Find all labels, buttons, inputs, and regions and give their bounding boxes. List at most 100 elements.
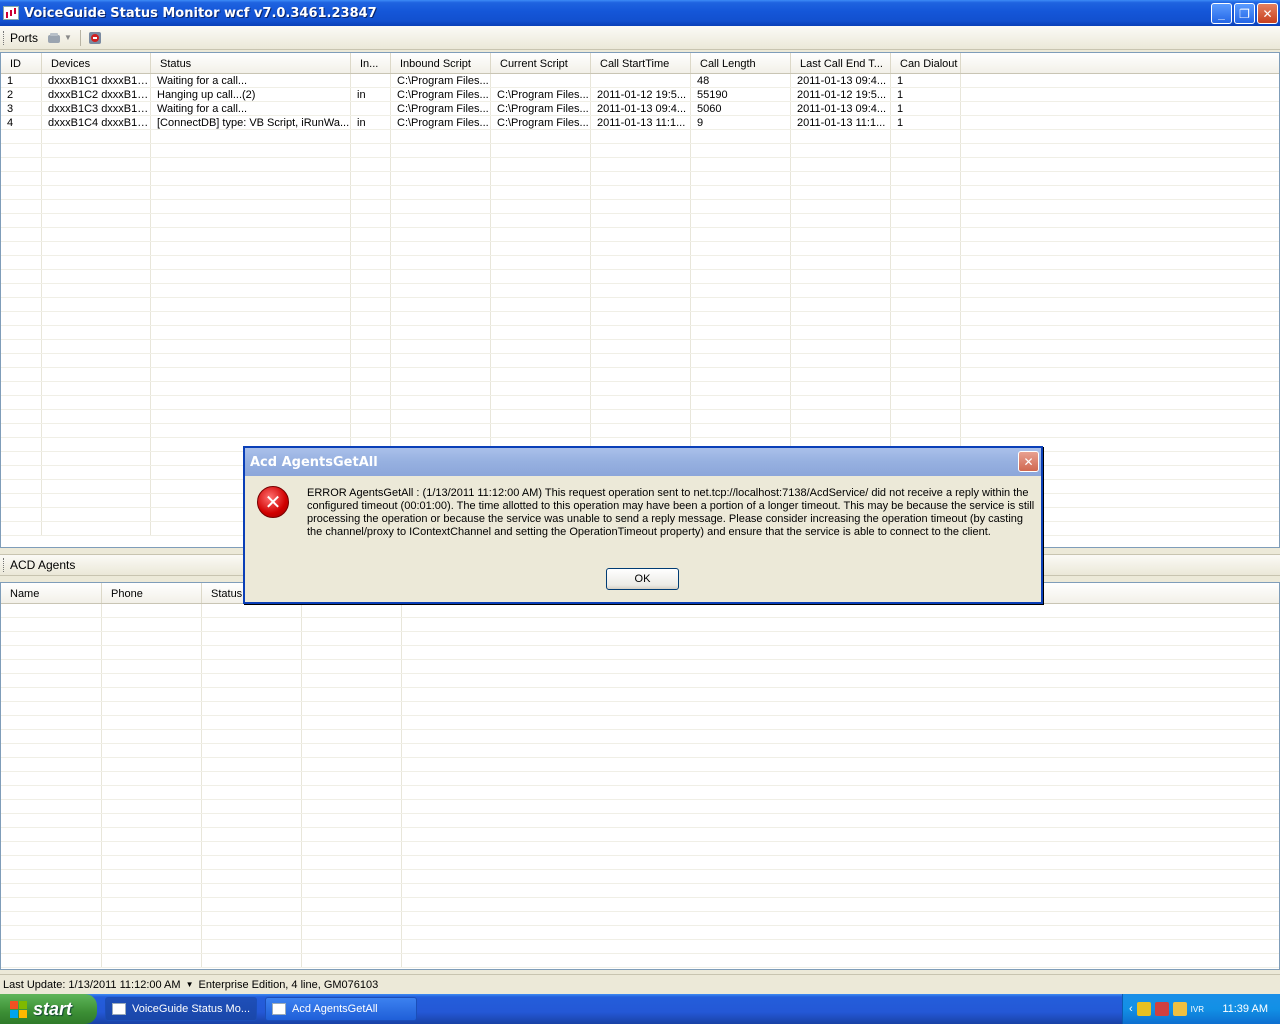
network-icon[interactable] — [1154, 1002, 1169, 1016]
ports-grid-header: ID Devices Status In... Inbound Script C… — [1, 53, 1279, 74]
table-cell — [1, 828, 102, 841]
col-header-devices[interactable]: Devices — [42, 53, 151, 73]
empty-row — [1, 688, 1279, 702]
toolbar-grip[interactable] — [3, 30, 6, 45]
table-cell — [591, 242, 691, 255]
table-cell — [1, 508, 42, 521]
empty-row — [1, 954, 1279, 968]
start-button[interactable]: start — [0, 994, 97, 1024]
col-header-call-length[interactable]: Call Length — [691, 53, 791, 73]
table-cell — [591, 382, 691, 395]
empty-row — [1, 158, 1279, 172]
empty-row — [1, 256, 1279, 270]
tray-expand-icon[interactable]: ‹ — [1129, 1003, 1133, 1015]
phone-icon[interactable] — [46, 30, 62, 46]
table-cell — [202, 646, 302, 659]
dialog-title-bar[interactable]: Acd AgentsGetAll — [245, 448, 1041, 476]
table-cell: 2011-01-13 11:1... — [591, 116, 691, 129]
table-cell — [42, 368, 151, 381]
table-cell — [1, 186, 42, 199]
table-cell — [1, 716, 102, 729]
security-icon[interactable] — [1172, 1002, 1187, 1016]
table-cell — [591, 354, 691, 367]
shield-icon[interactable] — [1136, 1002, 1151, 1016]
table-cell — [151, 214, 351, 227]
col-header-phone[interactable]: Phone — [102, 583, 202, 603]
table-cell — [391, 228, 491, 241]
table-cell — [102, 702, 202, 715]
col-header-inbound-script[interactable]: Inbound Script — [391, 53, 491, 73]
table-cell — [491, 340, 591, 353]
table-cell — [891, 214, 961, 227]
table-cell: Waiting for a call... — [151, 102, 351, 115]
ok-button[interactable]: OK — [606, 568, 679, 590]
table-cell — [891, 186, 961, 199]
table-cell — [351, 256, 391, 269]
taskbar-item-status-monitor[interactable]: VoiceGuide Status Mo... — [105, 997, 257, 1021]
table-cell — [891, 340, 961, 353]
title-bar[interactable]: VoiceGuide Status Monitor wcf v7.0.3461.… — [0, 0, 1280, 26]
table-cell — [42, 242, 151, 255]
table-cell: C:\Program Files... — [491, 102, 591, 115]
table-cell — [891, 312, 961, 325]
table-cell — [351, 158, 391, 171]
table-cell — [891, 172, 961, 185]
table-cell — [202, 786, 302, 799]
minimize-button[interactable]: _ — [1211, 3, 1232, 24]
table-cell — [351, 228, 391, 241]
ivr-tray-label[interactable]: IVR — [1191, 1005, 1204, 1014]
empty-row — [1, 870, 1279, 884]
col-header-id[interactable]: ID — [1, 53, 42, 73]
agents-grid[interactable]: Name Phone Status — [0, 582, 1280, 970]
acd-agents-title: ACD Agents — [10, 558, 76, 572]
status-dropdown-icon[interactable]: ▼ — [186, 980, 194, 989]
table-cell — [42, 354, 151, 367]
table-cell — [1, 744, 102, 757]
clock[interactable]: 11:39 AM — [1222, 1003, 1268, 1015]
table-cell — [302, 730, 402, 743]
table-row[interactable]: 1 dxxxB1C1 dxxxB1C1 Waiting for a call... C… — [1, 74, 1279, 88]
table-cell: 1 — [891, 74, 961, 87]
table-cell — [151, 158, 351, 171]
table-row[interactable]: 4 dxxxB1C4 dxxxB1C4 [ConnectDB] type: VB S… — [1, 116, 1279, 130]
table-cell — [391, 298, 491, 311]
table-cell — [151, 200, 351, 213]
restore-button[interactable]: ❐ — [1234, 3, 1255, 24]
panel-grip[interactable] — [3, 558, 6, 572]
table-cell — [891, 326, 961, 339]
table-cell — [1, 340, 42, 353]
table-cell — [691, 130, 791, 143]
col-header-current-script[interactable]: Current Script — [491, 53, 591, 73]
taskbar-item-acd-agents[interactable]: Acd AgentsGetAll — [265, 997, 417, 1021]
table-cell — [491, 130, 591, 143]
dialog-close-button[interactable]: ✕ — [1018, 451, 1039, 472]
col-header-last-call-end[interactable]: Last Call End T... — [791, 53, 891, 73]
empty-row — [1, 730, 1279, 744]
table-cell: dxxxB1C4 dxxxB1C4 — [42, 116, 151, 129]
table-cell — [1, 646, 102, 659]
table-cell — [891, 200, 961, 213]
col-header-in[interactable]: In... — [351, 53, 391, 73]
table-cell — [42, 186, 151, 199]
dropdown-arrow-icon[interactable]: ▼ — [64, 33, 72, 42]
table-cell — [491, 396, 591, 409]
table-cell — [302, 702, 402, 715]
empty-row — [1, 312, 1279, 326]
table-cell — [391, 200, 491, 213]
col-header-status[interactable]: Status — [151, 53, 351, 73]
table-cell — [391, 214, 491, 227]
table-cell — [202, 772, 302, 785]
table-row[interactable]: 3 dxxxB1C3 dxxxB1C3 Waiting for a call... C… — [1, 102, 1279, 116]
empty-row — [1, 396, 1279, 410]
empty-row — [1, 604, 1279, 618]
col-header-name[interactable]: Name — [1, 583, 102, 603]
col-header-call-start-time[interactable]: Call StartTime — [591, 53, 691, 73]
table-cell — [302, 814, 402, 827]
col-header-can-dialout[interactable]: Can Dialout — [891, 53, 961, 73]
close-button[interactable]: ✕ — [1257, 3, 1278, 24]
disconnect-icon[interactable] — [87, 30, 103, 46]
table-row[interactable]: 2 dxxxB1C2 dxxxB1C2 Hanging up call...(2) i… — [1, 88, 1279, 102]
table-cell — [1, 954, 102, 967]
empty-row — [1, 284, 1279, 298]
empty-row — [1, 186, 1279, 200]
